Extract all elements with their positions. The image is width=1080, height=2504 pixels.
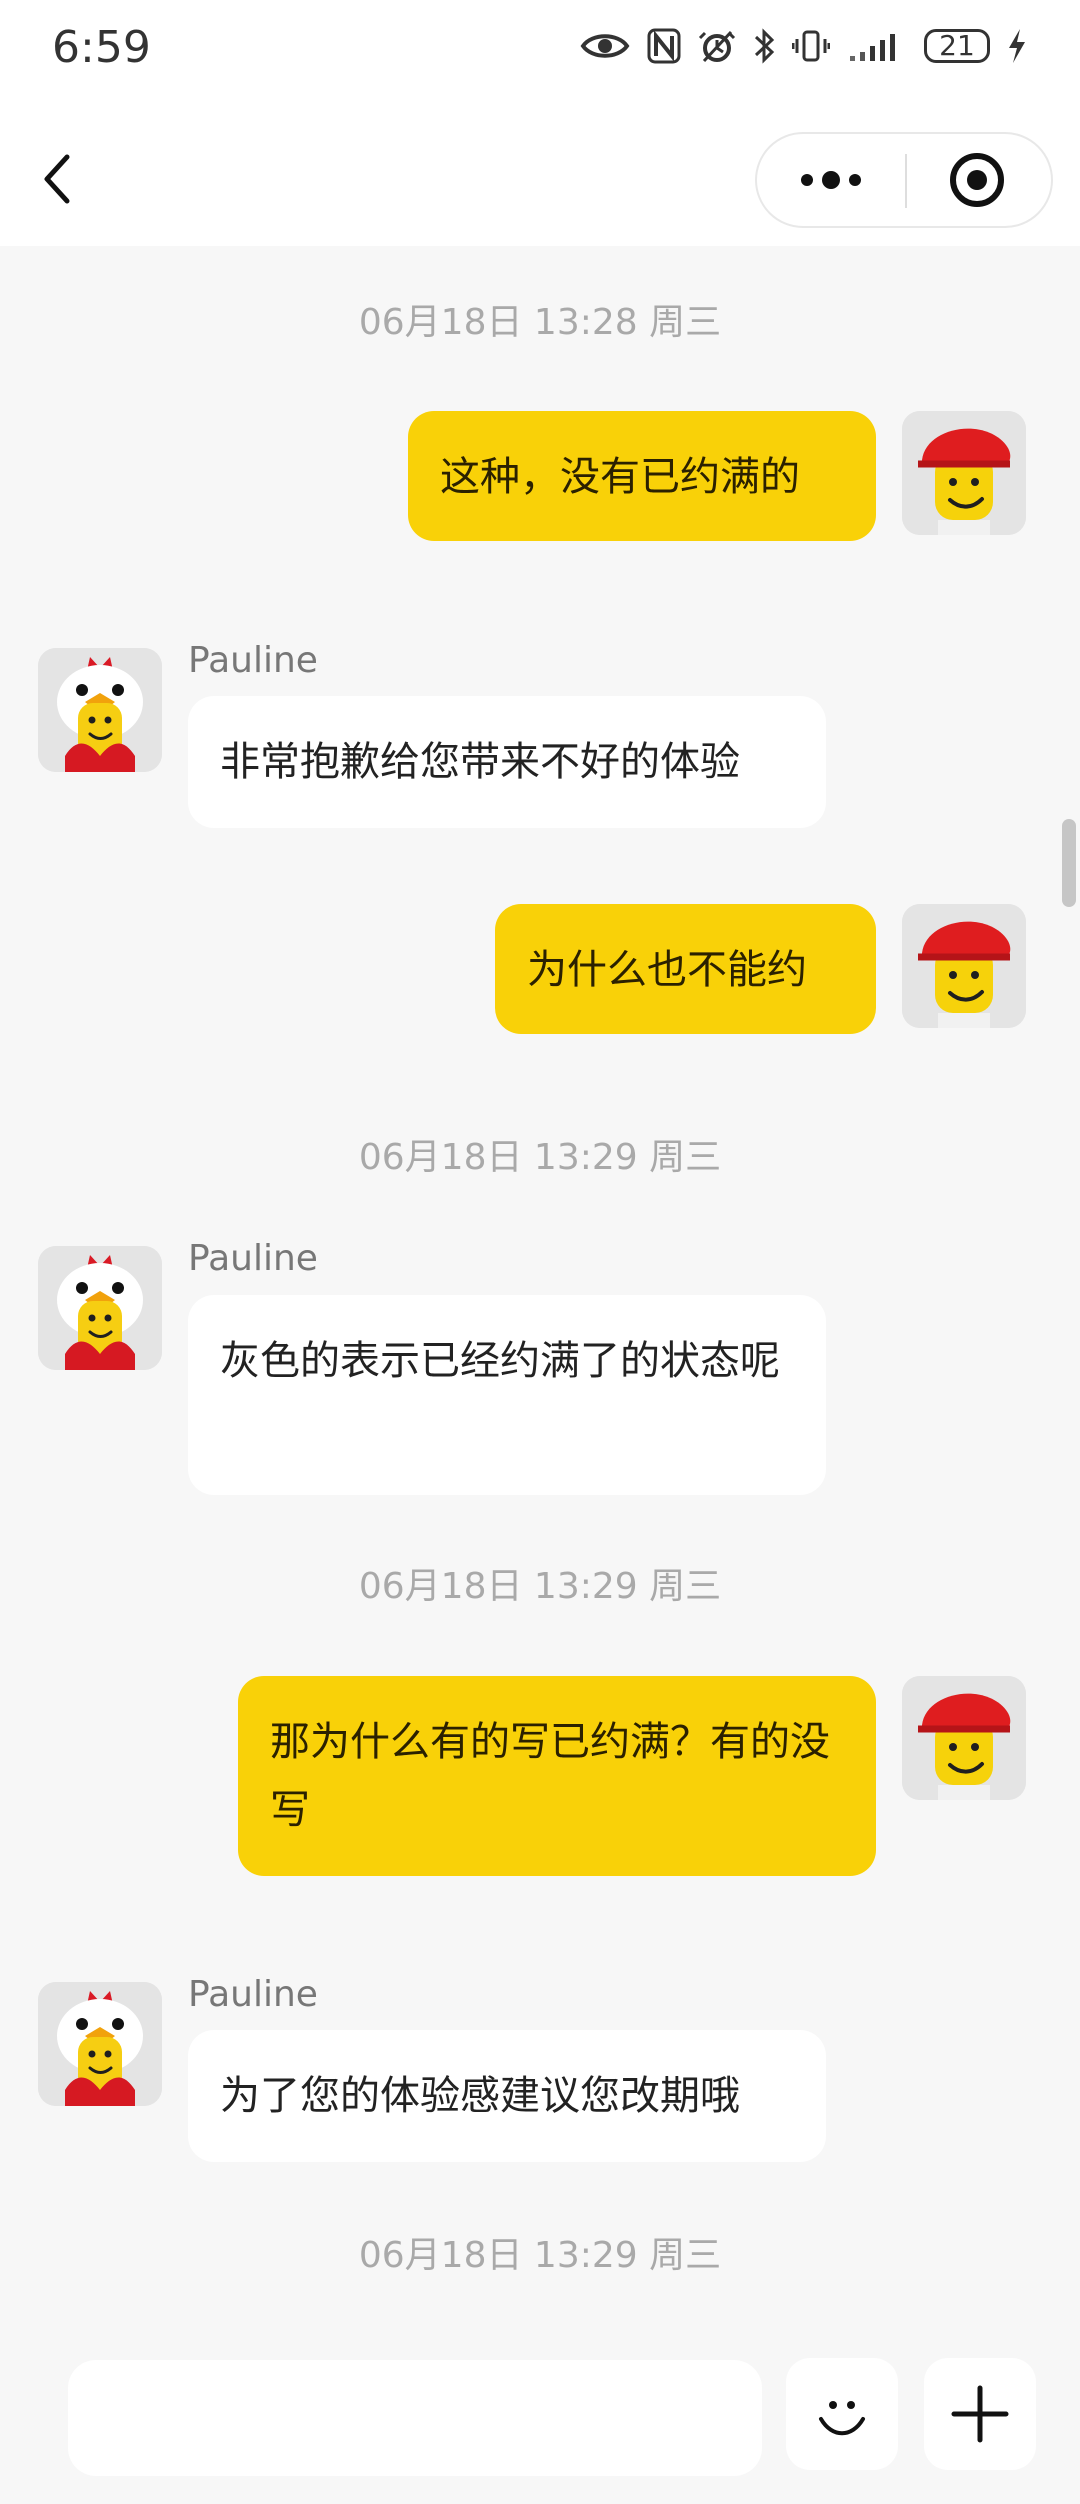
lego-chicken-avatar — [38, 1246, 162, 1370]
lego-chicken-avatar — [38, 1982, 162, 2106]
status-time: 6:59 — [52, 22, 151, 73]
more-button[interactable] — [757, 134, 905, 226]
charging-icon — [1006, 24, 1028, 68]
top-area: 6:59 21 — [0, 0, 1080, 246]
message-timestamp: 06月18日 13:29 周三 — [358, 2235, 722, 2276]
chevron-left-icon — [44, 154, 70, 204]
self-message-bubble[interactable]: 那为什么有的写已约满？有的没写 — [238, 1676, 876, 1876]
vibrate-icon — [792, 24, 830, 68]
lego-red-cap-avatar — [902, 411, 1026, 535]
message-timestamp: 06月18日 13:29 周三 — [358, 1566, 722, 1607]
user-avatar[interactable] — [902, 904, 1026, 1028]
agent-avatar[interactable] — [38, 1246, 162, 1370]
battery-icon: 21 — [924, 29, 990, 63]
smile-icon — [819, 2401, 865, 2436]
chat-scrollbar[interactable] — [1062, 819, 1076, 907]
sender-name: Pauline — [188, 1974, 318, 2015]
sender-name: Pauline — [188, 1238, 318, 1279]
message-timestamp: 06月18日 13:29 周三 — [358, 1137, 722, 1178]
status-icons: 21 — [580, 24, 1028, 68]
agent-avatar[interactable] — [38, 1982, 162, 2106]
message-input-bar — [0, 2340, 1080, 2504]
eye-icon — [580, 24, 630, 68]
message-timestamp: 06月18日 13:28 周三 — [358, 302, 722, 343]
lego-chicken-avatar — [38, 648, 162, 772]
mini-program-capsule — [755, 132, 1053, 228]
agent-message-bubble[interactable]: 为了您的体验感建议您改期哦 — [188, 2030, 826, 2162]
alarm-icon — [698, 24, 736, 68]
lego-red-cap-avatar — [902, 904, 1026, 1028]
nfc-icon — [646, 24, 682, 68]
user-avatar[interactable] — [902, 1676, 1026, 1800]
user-avatar[interactable] — [902, 411, 1026, 535]
agent-avatar[interactable] — [38, 648, 162, 772]
more-dots-icon — [801, 171, 861, 189]
bluetooth-icon — [752, 24, 776, 68]
agent-message-bubble[interactable]: 非常抱歉给您带来不好的体验 — [188, 696, 826, 828]
sender-name: Pauline — [188, 640, 318, 681]
target-icon — [950, 153, 1004, 207]
agent-message-bubble[interactable]: 灰色的表示已经约满了的状态呢 — [188, 1295, 826, 1495]
chat-screen: 6:59 21 06月18日 13:28 周三 这种，没有已约满的 Paulin… — [0, 0, 1080, 2504]
self-message-bubble[interactable]: 为什么也不能约 — [495, 904, 876, 1034]
lego-red-cap-avatar — [902, 1676, 1026, 1800]
plus-icon — [951, 2385, 1009, 2443]
chat-message-list[interactable]: 06月18日 13:28 周三 这种，没有已约满的 Pauline 非常抱歉给您… — [0, 246, 1080, 2300]
battery-level: 21 — [939, 29, 975, 62]
back-button[interactable] — [30, 143, 84, 215]
plus-button[interactable] — [924, 2358, 1036, 2470]
signal-icon — [846, 24, 908, 68]
emoji-button[interactable] — [786, 2358, 898, 2470]
self-message-bubble[interactable]: 这种，没有已约满的 — [408, 411, 876, 541]
message-input[interactable] — [68, 2360, 762, 2476]
target-button[interactable] — [903, 134, 1051, 226]
